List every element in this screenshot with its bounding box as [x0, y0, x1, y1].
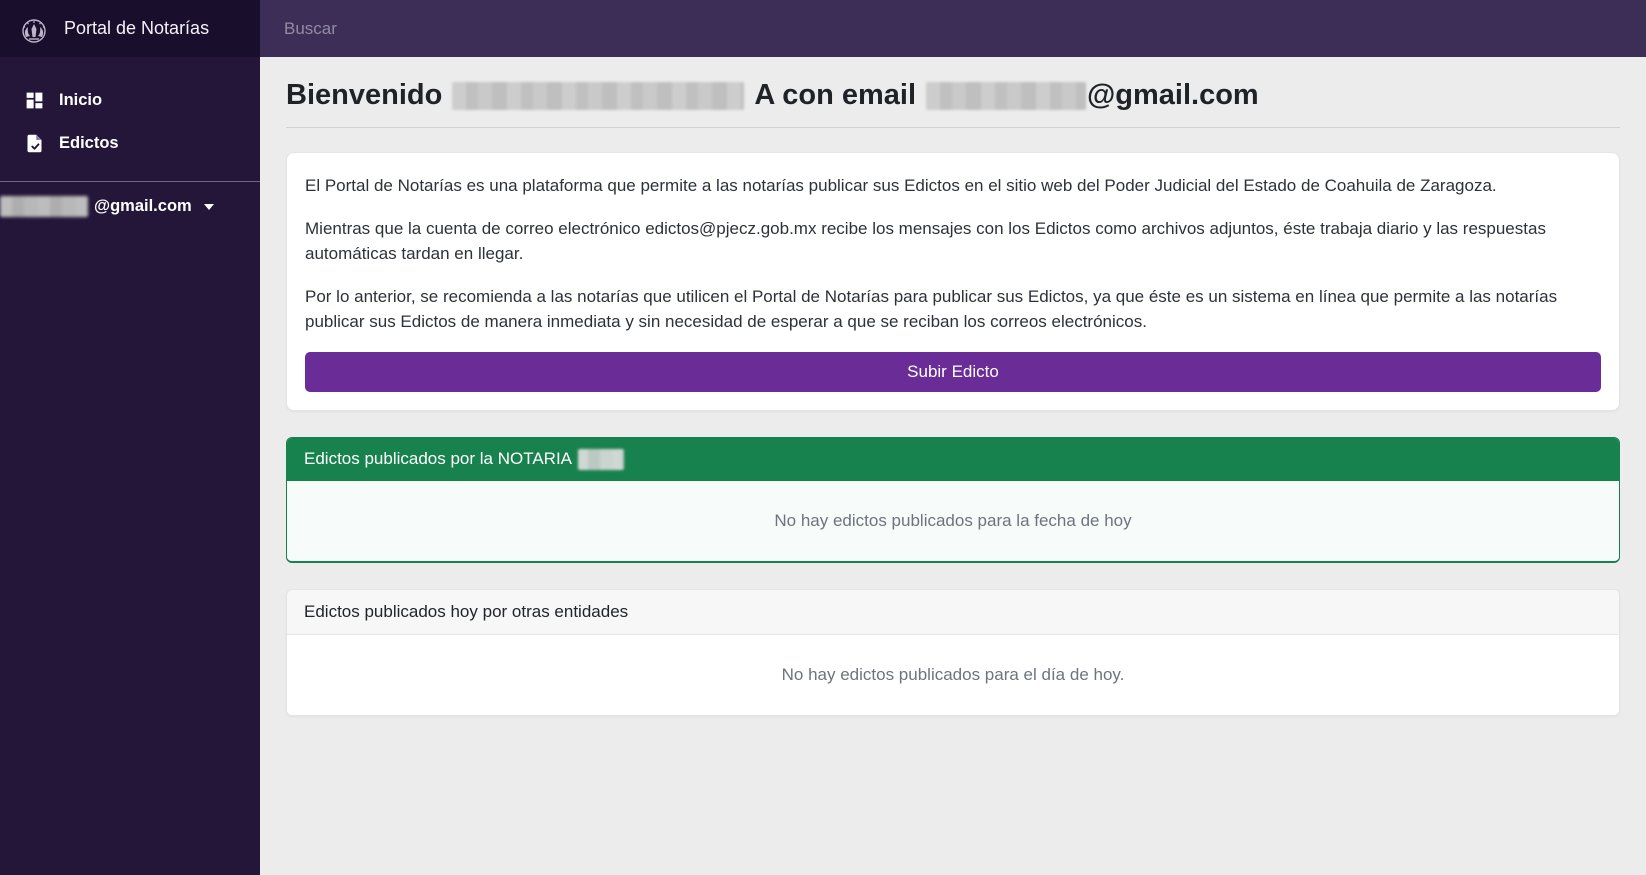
- sidebar-item-edictos[interactable]: Edictos: [0, 122, 260, 165]
- welcome-email-domain: @gmail.com: [1087, 79, 1259, 112]
- sidebar-nav: Inicio Edictos: [0, 79, 260, 165]
- content-column: Bienvenido A con email @gmail.com El Por…: [260, 0, 1646, 875]
- user-email-suffix: @gmail.com: [94, 197, 192, 216]
- redacted-user-email: [0, 196, 88, 217]
- page-title: Bienvenido A con email @gmail.com: [286, 79, 1620, 112]
- own-edicts-header: Edictos publicados por la NOTARIA: [287, 438, 1619, 481]
- heading-divider: [286, 127, 1620, 128]
- main-area: Bienvenido A con email @gmail.com El Por…: [260, 57, 1646, 875]
- user-email-dropdown[interactable]: @gmail.com: [0, 182, 260, 231]
- welcome-greeting: Bienvenido: [286, 79, 442, 112]
- redacted-user-name: [452, 82, 744, 110]
- own-edicts-header-text: Edictos publicados por la NOTARIA: [304, 449, 572, 469]
- upload-edict-button[interactable]: Subir Edicto: [305, 352, 1601, 392]
- other-edicts-header: Edictos publicados hoy por otras entidad…: [287, 590, 1619, 635]
- topbar: [260, 0, 1646, 57]
- intro-paragraph: Por lo anterior, se recomienda a las not…: [305, 284, 1601, 335]
- sidebar-item-label: Edictos: [59, 134, 119, 153]
- intro-paragraph: El Portal de Notarías es una plataforma …: [305, 173, 1601, 199]
- coat-of-arms-logo-icon: [16, 11, 52, 47]
- brand-title: Portal de Notarías: [64, 18, 209, 39]
- app-window: Portal de Notarías Inicio Edictos @gmail…: [0, 0, 1646, 875]
- search-input[interactable]: [284, 19, 1622, 39]
- redacted-notaria-number: [578, 449, 624, 470]
- sidebar: Portal de Notarías Inicio Edictos @gmail…: [0, 0, 260, 875]
- own-edicts-empty-message: No hay edictos publicados para la fecha …: [287, 481, 1619, 561]
- other-edicts-empty-message: No hay edictos publicados para el día de…: [287, 635, 1619, 715]
- sidebar-item-label: Inicio: [59, 91, 102, 110]
- welcome-after-name: A con email: [754, 79, 916, 112]
- dashboard-icon: [24, 90, 45, 111]
- redacted-email-local-part: [926, 82, 1086, 110]
- brand-link[interactable]: Portal de Notarías: [0, 0, 260, 57]
- intro-paragraph: Mientras que la cuenta de correo electró…: [305, 216, 1601, 267]
- intro-card: El Portal de Notarías es una plataforma …: [286, 152, 1620, 411]
- sidebar-item-inicio[interactable]: Inicio: [0, 79, 260, 122]
- other-edicts-card: Edictos publicados hoy por otras entidad…: [286, 589, 1620, 716]
- document-check-icon: [24, 133, 45, 154]
- chevron-down-icon: [204, 204, 214, 210]
- own-edicts-card: Edictos publicados por la NOTARIA No hay…: [286, 437, 1620, 563]
